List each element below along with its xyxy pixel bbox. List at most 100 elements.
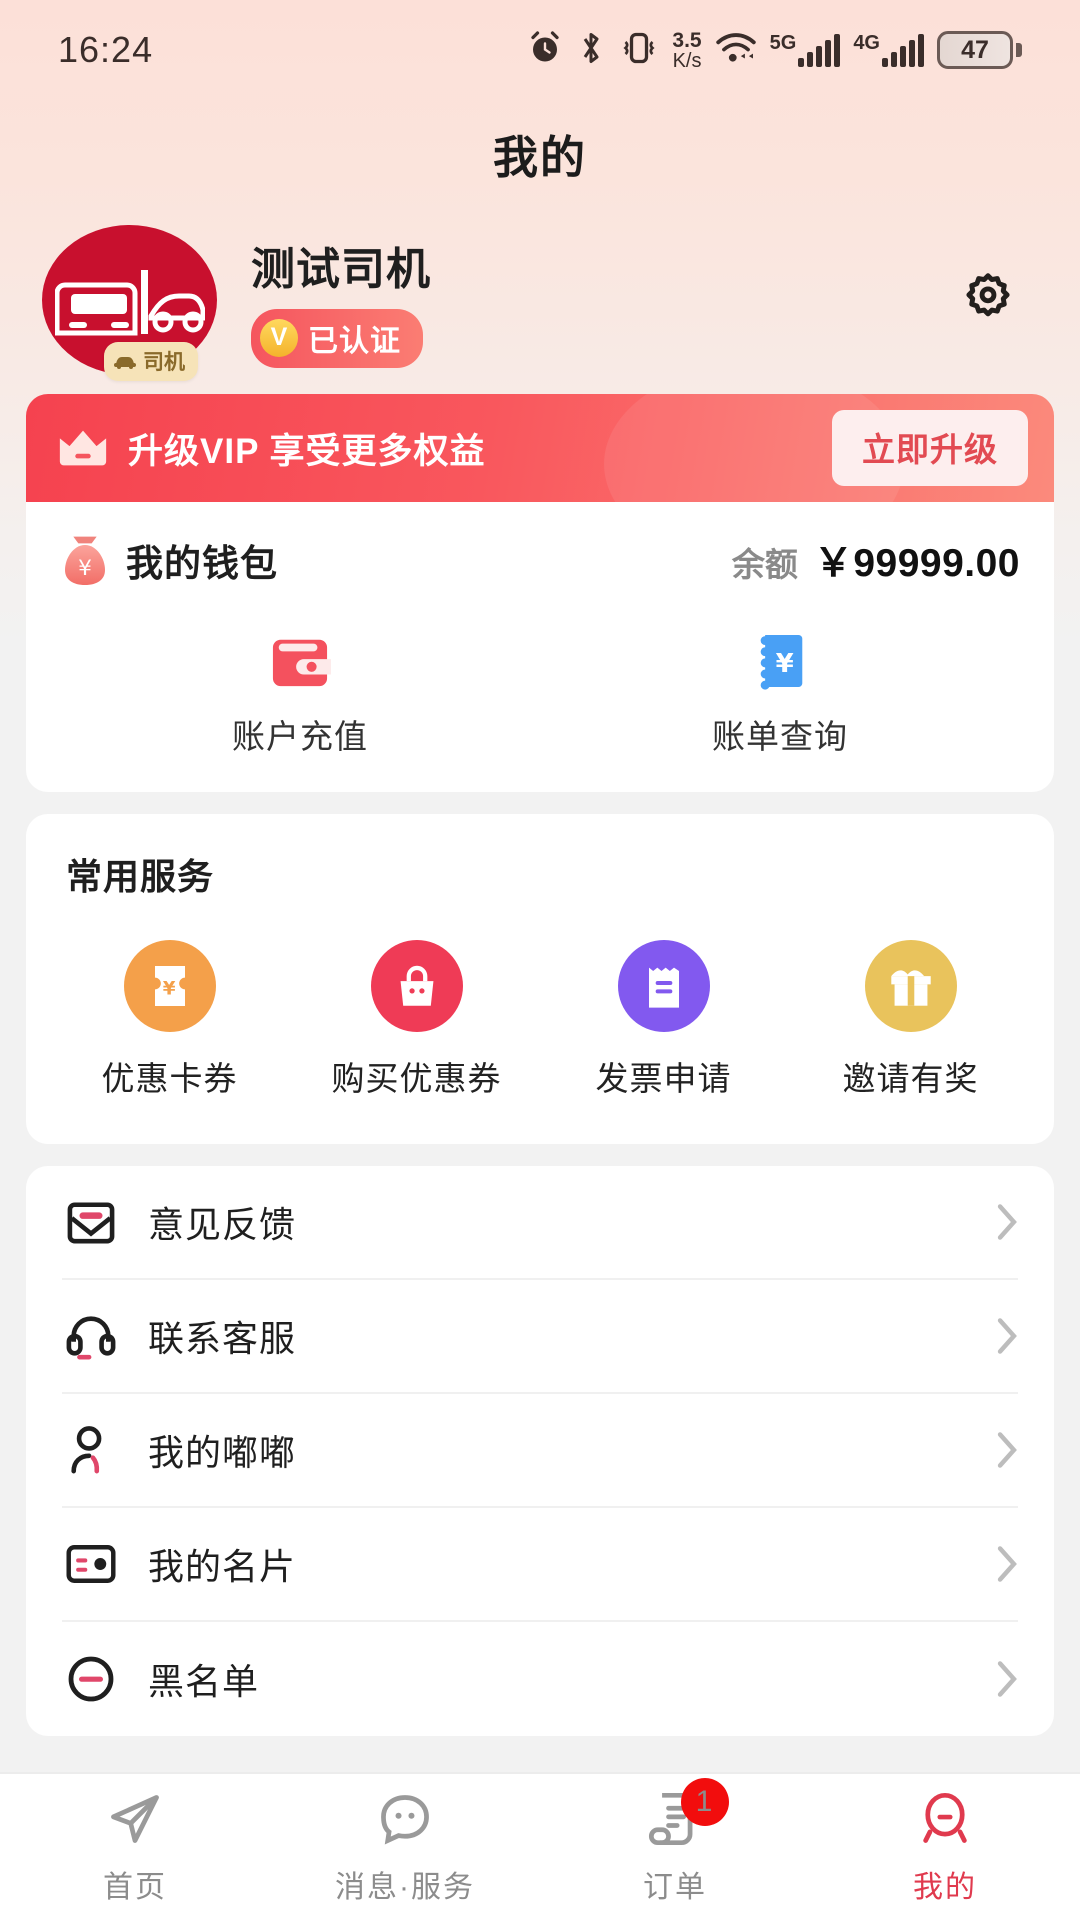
status-time: 16:24	[58, 29, 154, 70]
role-tag-label: 司机	[143, 351, 185, 374]
wallet-icon	[267, 630, 333, 692]
menu-list: 意见反馈 联系客服 我的嘟嘟 我的名片 黑名单	[26, 1166, 1054, 1736]
tab-label: 消息·服务	[335, 1871, 475, 1904]
service-item-invoice[interactable]: 发票申请	[540, 940, 787, 1100]
id-card-icon	[62, 1535, 120, 1593]
page-title-bar: 我的	[0, 100, 1080, 206]
wallet-header: ¥ 我的钱包 余额 ￥99999.00	[60, 532, 1020, 588]
person-icon	[62, 1421, 120, 1479]
gear-icon	[966, 273, 1010, 317]
bluetooth-icon	[576, 30, 606, 71]
chevron-right-icon	[997, 1204, 1017, 1240]
paper-plane-icon	[107, 1788, 163, 1850]
profile-name: 测试司机	[251, 244, 431, 294]
menu-item-blacklist[interactable]: 黑名单	[62, 1622, 1018, 1736]
crown-icon	[59, 430, 107, 466]
profile-info: 测试司机 V 已认证	[251, 233, 431, 368]
menu-item-support[interactable]: 联系客服	[62, 1280, 1018, 1394]
wallet-card: ¥ 我的钱包 余额 ￥99999.00 账户充值 ¥ 账单查询	[26, 502, 1054, 792]
coupon-icon: ¥	[123, 940, 216, 1032]
vibrate-icon	[619, 30, 659, 71]
wallet-actions: 账户充值 ¥ 账单查询	[60, 630, 1020, 758]
menu-item-label: 意见反馈	[148, 1204, 297, 1245]
menu-item-label: 联系客服	[148, 1318, 297, 1359]
order-badge: 1	[681, 1778, 729, 1826]
tab-home[interactable]: 首页	[0, 1788, 270, 1906]
gift-icon	[864, 940, 957, 1032]
services-title: 常用服务	[66, 856, 215, 897]
verified-check-icon: V	[260, 318, 298, 357]
bottom-tab-bar: 首页 消息·服务 1 订单 我的	[0, 1772, 1080, 1920]
signal-icon-4g: 4G	[853, 33, 924, 67]
settings-button[interactable]	[950, 262, 1026, 338]
wallet-balance: 余额 ￥99999.00	[732, 532, 1020, 588]
wifi-icon	[715, 31, 757, 70]
profile-section[interactable]: 司机 测试司机 V 已认证	[0, 206, 1080, 394]
tab-label: 首页	[103, 1871, 167, 1904]
signal-icon-5g: 5G	[770, 33, 841, 67]
block-circle-icon	[62, 1650, 120, 1708]
menu-item-business-card[interactable]: 我的名片	[62, 1508, 1018, 1622]
status-icons: 3.5 K/s 5G 4G 47	[527, 30, 1022, 71]
balance-label: 余额	[731, 546, 798, 583]
menu-item-my-dudu[interactable]: 我的嘟嘟	[62, 1394, 1018, 1508]
service-item-coupon[interactable]: ¥ 优惠卡券	[46, 940, 293, 1100]
page-title: 我的	[492, 131, 587, 183]
menu-item-label: 我的嘟嘟	[148, 1432, 297, 1473]
upgrade-button[interactable]: 立即升级	[832, 410, 1028, 486]
headset-icon	[62, 1307, 120, 1365]
tab-messages[interactable]: 消息·服务	[270, 1788, 540, 1906]
tab-orders[interactable]: 1 订单	[540, 1778, 810, 1906]
service-item-buy-coupon[interactable]: 购买优惠券	[293, 940, 540, 1100]
vip-banner[interactable]: 升级VIP 享受更多权益 立即升级	[26, 394, 1054, 502]
wallet-action-label: 账单查询	[712, 718, 848, 755]
role-tag: 司机	[104, 342, 198, 381]
menu-item-label: 黑名单	[148, 1661, 260, 1702]
chat-bubble-icon	[377, 1788, 433, 1850]
battery-level: 47	[937, 31, 1013, 69]
bill-yen-icon: ¥	[747, 630, 813, 692]
bus-car-logo-icon	[54, 270, 205, 336]
tab-profile[interactable]: 我的	[810, 1788, 1080, 1906]
menu-item-label: 我的名片	[148, 1546, 297, 1587]
balance-amount: ￥99999.00	[813, 542, 1020, 585]
vip-text: 升级VIP 享受更多权益	[128, 431, 486, 471]
status-badge-verified: V 已认证	[251, 308, 423, 368]
battery-icon: 47	[937, 31, 1022, 69]
network-speed: 3.5 K/s	[672, 28, 702, 72]
avatar-wrapper[interactable]: 司机	[42, 225, 217, 381]
chevron-right-icon	[997, 1546, 1017, 1582]
svg-text:¥: ¥	[78, 556, 92, 581]
service-label: 发票申请	[595, 1060, 732, 1097]
service-item-invite[interactable]: 邀请有奖	[787, 940, 1034, 1100]
chevron-right-icon	[997, 1318, 1017, 1354]
services-grid: ¥ 优惠卡券 购买优惠券 发票申请 邀请有奖	[46, 940, 1034, 1100]
tab-label: 我的	[913, 1871, 977, 1904]
svg-text:¥: ¥	[776, 649, 796, 679]
shopping-bag-icon	[370, 940, 463, 1032]
user-face-icon	[917, 1788, 973, 1850]
svg-text:¥: ¥	[162, 978, 176, 999]
service-label: 邀请有奖	[842, 1060, 979, 1097]
alarm-icon	[527, 30, 563, 71]
tab-label: 订单	[643, 1871, 707, 1904]
wallet-action-label: 账户充值	[232, 718, 368, 755]
car-small-icon	[114, 357, 136, 369]
chevron-right-icon	[997, 1661, 1017, 1697]
verified-label: 已认证	[308, 324, 401, 358]
status-bar: 16:24 3.5 K/s 5G 4G 47	[0, 0, 1080, 100]
wallet-action-recharge[interactable]: 账户充值	[60, 630, 540, 758]
content-scroll: 升级VIP 享受更多权益 立即升级 ¥ 我的钱包 余额 ￥99999.00 账户…	[0, 394, 1080, 1772]
wallet-action-bills[interactable]: ¥ 账单查询	[540, 630, 1020, 758]
order-receipt-icon: 1	[647, 1778, 729, 1850]
wallet-title: 我的钱包	[126, 543, 278, 584]
envelope-icon	[62, 1193, 120, 1251]
invoice-icon	[617, 940, 710, 1032]
menu-item-feedback[interactable]: 意见反馈	[62, 1166, 1018, 1280]
page-root: 16:24 3.5 K/s 5G 4G 47 我的 司机 测试司机 V 已认证 …	[0, 0, 1080, 1920]
service-label: 购买优惠券	[331, 1060, 502, 1097]
chevron-right-icon	[997, 1432, 1017, 1468]
services-card: 常用服务 ¥ 优惠卡券 购买优惠券 发票申请 邀请有奖	[26, 814, 1054, 1144]
money-bag-icon: ¥	[65, 536, 105, 585]
service-label: 优惠卡券	[101, 1060, 238, 1097]
